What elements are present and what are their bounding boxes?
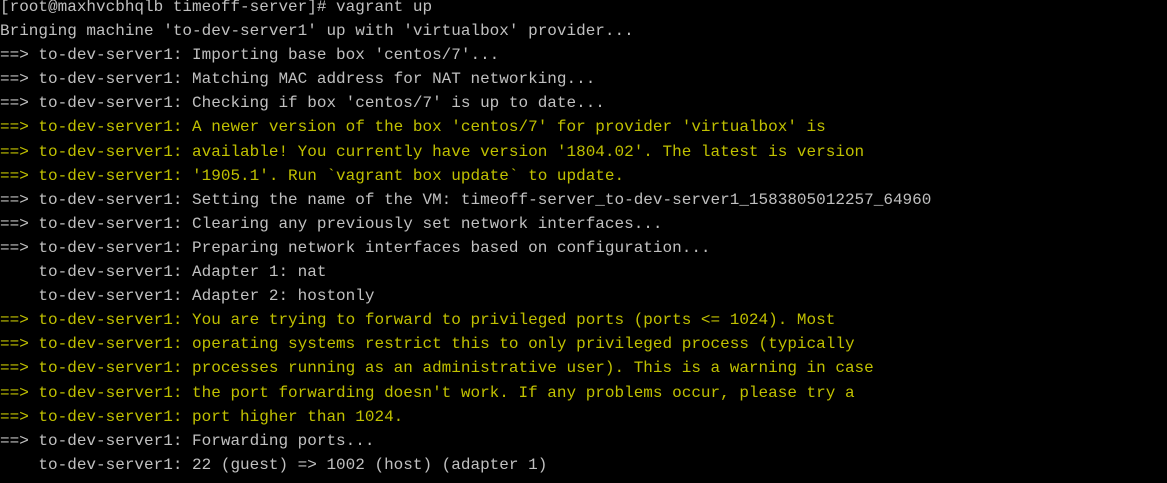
terminal-line-warning: ==> to-dev-server1: port higher than 102… xyxy=(0,407,404,426)
terminal-line: to-dev-server1: Adapter 2: hostonly xyxy=(0,287,375,306)
terminal-output: [root@maxhvcbhqlb timeoff-server]# vagra… xyxy=(0,0,931,477)
terminal-line-warning: ==> to-dev-server1: available! You curre… xyxy=(0,142,865,161)
terminal-line: ==> to-dev-server1: Checking if box 'cen… xyxy=(0,94,605,113)
terminal-line-warning: ==> to-dev-server1: You are trying to fo… xyxy=(0,311,836,330)
terminal-line: ==> to-dev-server1: Matching MAC address… xyxy=(0,70,596,89)
terminal-line-warning: ==> to-dev-server1: the port forwarding … xyxy=(0,383,855,402)
terminal-line-warning: ==> to-dev-server1: operating systems re… xyxy=(0,335,855,354)
terminal-line: ==> to-dev-server1: Importing base box '… xyxy=(0,46,500,65)
terminal-line: ==> to-dev-server1: Clearing any previou… xyxy=(0,214,663,233)
terminal-line: to-dev-server1: Adapter 1: nat xyxy=(0,263,327,282)
terminal-line: to-dev-server1: 22 (guest) => 1002 (host… xyxy=(0,455,548,474)
terminal-line: ==> to-dev-server1: Forwarding ports... xyxy=(0,431,375,450)
terminal-line-warning: ==> to-dev-server1: A newer version of t… xyxy=(0,118,826,137)
terminal-line: Bringing machine 'to-dev-server1' up wit… xyxy=(0,22,634,41)
terminal-line-warning: ==> to-dev-server1: '1905.1'. Run `vagra… xyxy=(0,166,625,185)
terminal-window[interactable]: [root@maxhvcbhqlb timeoff-server]# vagra… xyxy=(0,0,1167,483)
terminal-line: ==> to-dev-server1: Preparing network in… xyxy=(0,238,711,257)
terminal-line: ==> to-dev-server1: Setting the name of … xyxy=(0,190,932,209)
terminal-line-prompt: [root@maxhvcbhqlb timeoff-server]# vagra… xyxy=(0,0,433,16)
terminal-line-warning: ==> to-dev-server1: processes running as… xyxy=(0,359,874,378)
